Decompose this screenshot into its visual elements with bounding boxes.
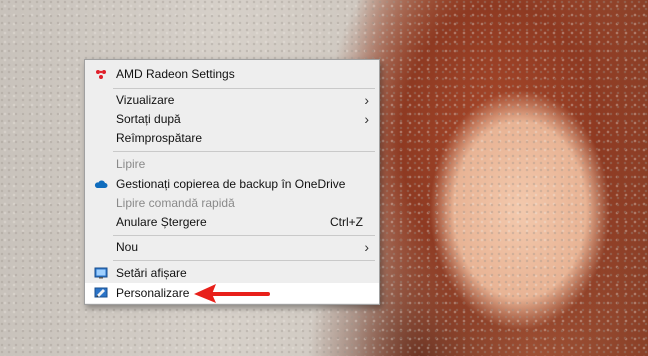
chevron-right-icon: › <box>364 111 369 127</box>
menu-item-onedrive-backup[interactable]: Gestionați copierea de backup în OneDriv… <box>85 174 379 194</box>
menu-item-undo-delete[interactable]: Anulare Ștergere Ctrl+Z <box>85 212 379 232</box>
menu-separator <box>113 235 375 236</box>
display-settings-icon <box>94 267 108 279</box>
menu-item-amd-radeon-settings[interactable]: AMD Radeon Settings <box>85 64 379 84</box>
chevron-right-icon: › <box>364 239 369 255</box>
menu-item-display-settings[interactable]: Setări afișare <box>85 263 379 283</box>
menu-item-label: Reîmprospătare <box>116 131 203 145</box>
menu-item-label: Gestionați copierea de backup în OneDriv… <box>116 177 346 191</box>
menu-item-label: Nou <box>116 240 139 254</box>
onedrive-cloud-icon <box>94 180 108 188</box>
chevron-right-icon: › <box>364 92 369 108</box>
menu-item-shortcut: Ctrl+Z <box>330 215 363 229</box>
menu-separator <box>113 260 375 261</box>
menu-item-label: Lipire comandă rapidă <box>116 196 235 210</box>
menu-separator <box>113 151 375 152</box>
menu-item-paste[interactable]: Lipire <box>85 154 379 174</box>
desktop-context-menu: AMD Radeon Settings Vizualizare › Sortaț… <box>84 59 380 305</box>
menu-item-sort-by[interactable]: Sortați după › <box>85 109 379 129</box>
personalize-icon <box>94 287 108 298</box>
menu-item-label: AMD Radeon Settings <box>116 67 235 81</box>
annotation-arrow-icon <box>194 284 270 303</box>
menu-item-view[interactable]: Vizualizare › <box>85 90 379 110</box>
menu-item-label: Sortați după <box>116 112 181 126</box>
menu-item-label: Setări afișare <box>116 266 187 280</box>
menu-item-new[interactable]: Nou › <box>85 237 379 257</box>
amd-radeon-icon <box>96 70 106 79</box>
menu-item-refresh[interactable]: Reîmprospătare <box>85 128 379 148</box>
menu-item-label: Anulare Ștergere <box>116 215 207 229</box>
menu-separator <box>113 88 375 89</box>
menu-item-label: Vizualizare <box>116 93 175 107</box>
menu-item-label: Lipire <box>116 157 146 171</box>
menu-item-label: Personalizare <box>116 286 190 300</box>
menu-item-paste-shortcut[interactable]: Lipire comandă rapidă <box>85 193 379 213</box>
